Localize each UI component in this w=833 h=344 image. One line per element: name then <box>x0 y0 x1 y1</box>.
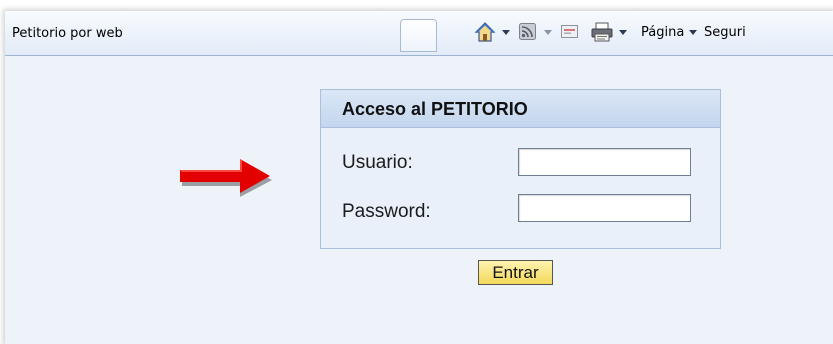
mail-icon[interactable] <box>561 25 578 43</box>
rss-feed-icon[interactable] <box>519 23 536 45</box>
password-label: Password: <box>342 201 431 222</box>
tab-title[interactable]: Petitorio por web <box>12 26 123 41</box>
browser-toolbar: Petitorio por web Página Seguri <box>5 11 833 56</box>
safety-menu[interactable]: Seguri <box>704 25 746 40</box>
new-tab-button[interactable] <box>400 19 437 52</box>
login-panel: Acceso al PETITORIO Usuario: Password: <box>320 89 721 249</box>
page-menu-dropdown-icon[interactable] <box>689 30 697 35</box>
print-dropdown-icon[interactable] <box>619 30 627 35</box>
page-content: Acceso al PETITORIO Usuario: Password: E… <box>5 56 833 344</box>
red-arrow-icon <box>180 159 272 197</box>
login-title: Acceso al PETITORIO <box>342 99 528 119</box>
page-menu[interactable]: Página <box>641 25 684 40</box>
browser-window: Petitorio por web Página Seguri Acceso a… <box>5 11 833 344</box>
password-input[interactable] <box>518 194 691 222</box>
login-panel-header: Acceso al PETITORIO <box>321 90 720 128</box>
print-icon[interactable] <box>591 22 613 47</box>
feeds-dropdown-icon[interactable] <box>544 30 552 35</box>
home-dropdown-icon[interactable] <box>502 30 510 35</box>
home-icon[interactable] <box>474 21 496 48</box>
enter-button[interactable]: Entrar <box>478 260 553 285</box>
username-label: Usuario: <box>342 152 413 173</box>
username-input[interactable] <box>518 148 691 176</box>
